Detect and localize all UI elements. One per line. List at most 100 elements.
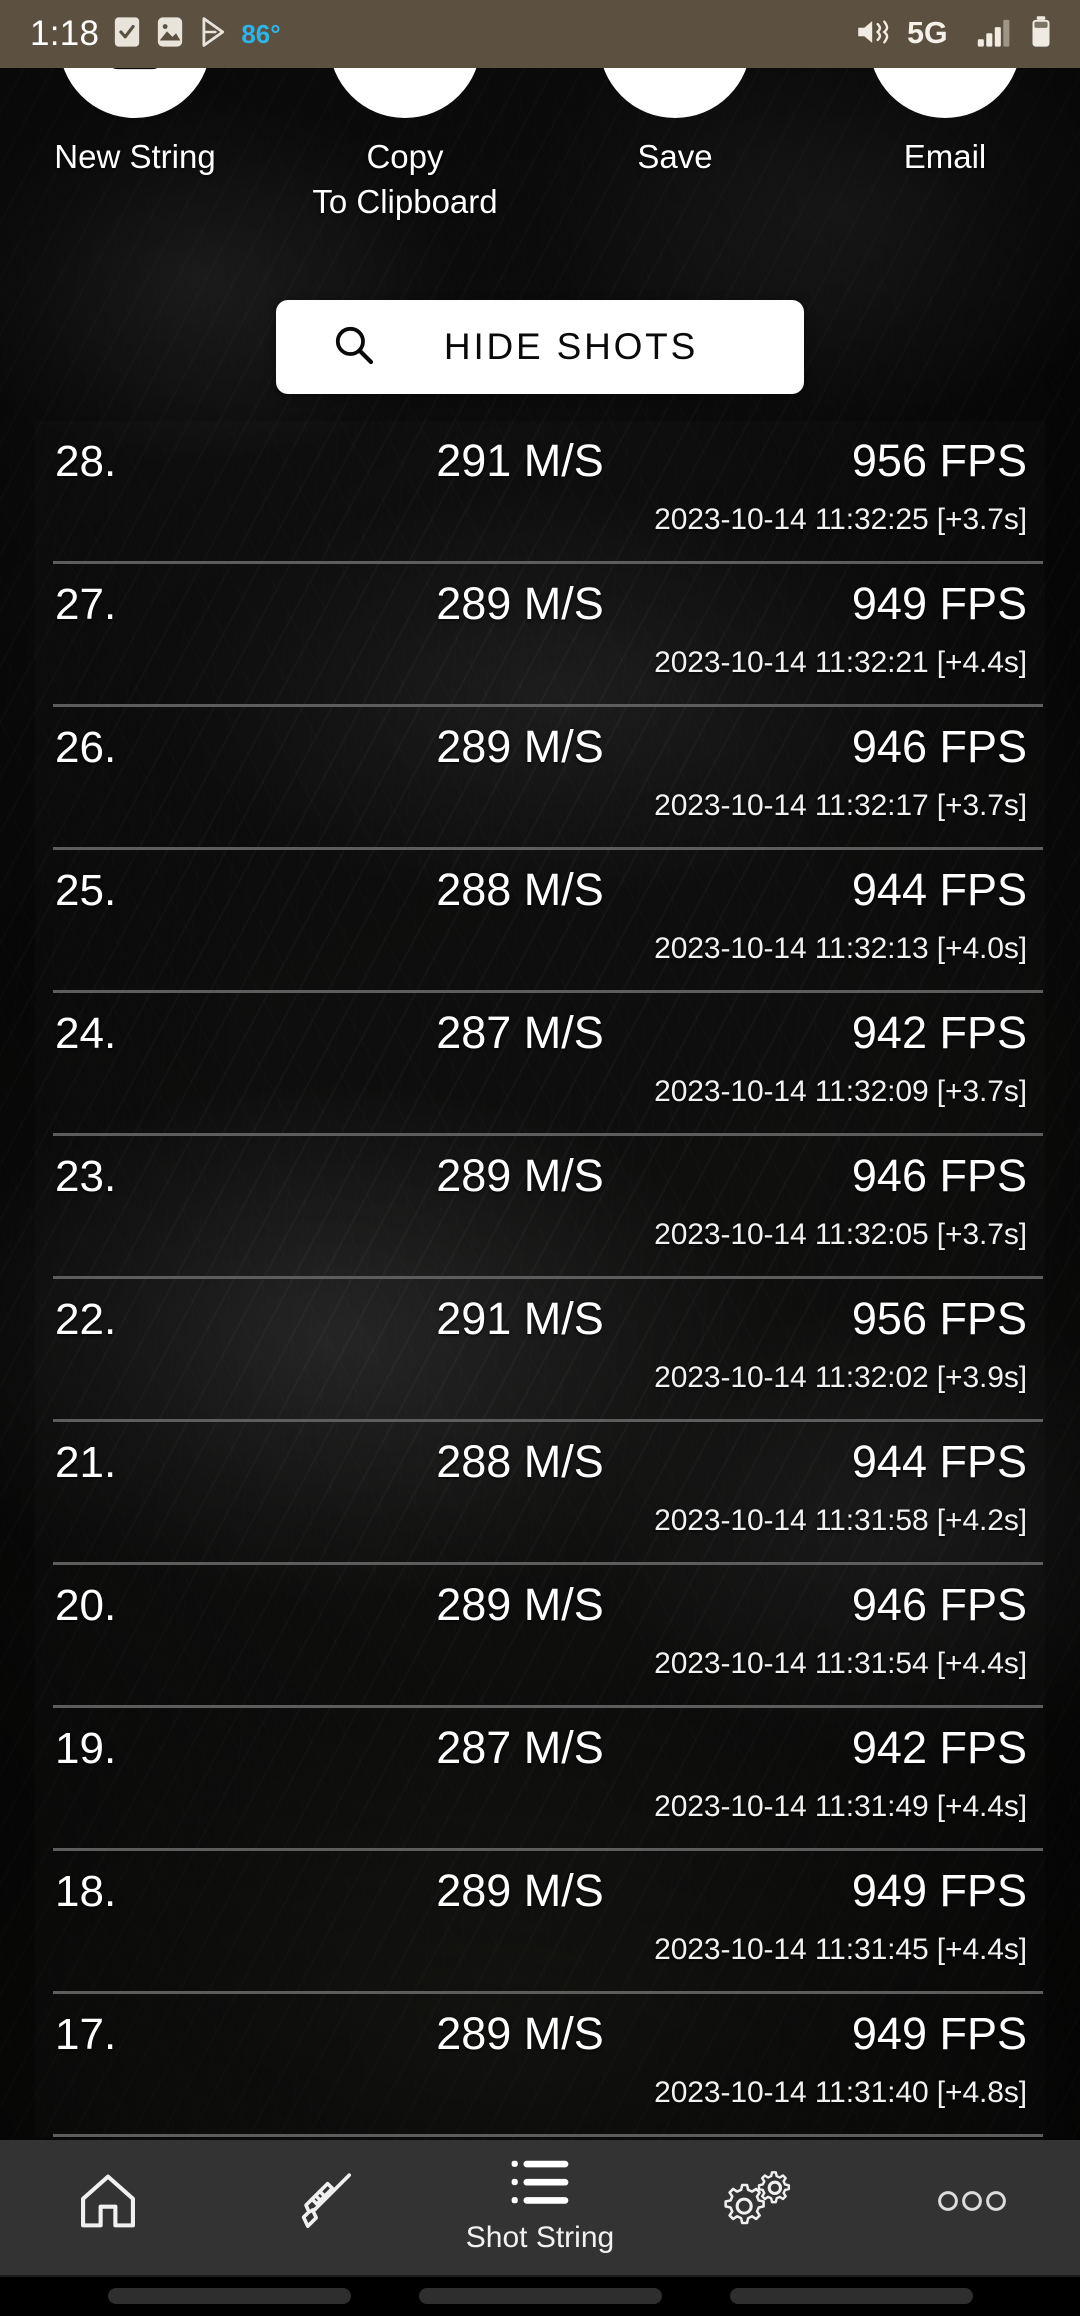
status-bar-right: 5G: [854, 15, 1054, 54]
nav-label: Shot String: [465, 2221, 615, 2254]
nav-item-more[interactable]: [864, 2140, 1080, 2275]
table-row[interactable]: 19. 287 M/S 942 FPS 2023-10-14 11:31:49 …: [35, 1708, 1045, 1851]
list-icon: [508, 2156, 572, 2213]
shot-timestamp: 2023-10-14 11:32:13 [+4.0s]: [654, 932, 1027, 965]
action-label: New String: [54, 138, 216, 175]
battery-icon: [1028, 15, 1054, 54]
shot-speed: 289 M/S: [436, 1150, 604, 1201]
shot-index: 17.: [55, 2010, 117, 2059]
shot-index: 28.: [55, 437, 117, 486]
row-divider: [53, 2134, 1043, 2137]
status-bar: 1:18 86° 5G: [0, 0, 1080, 68]
task-check-icon: [112, 15, 142, 54]
back-handle[interactable]: [729, 2287, 973, 2304]
network-type-label: 5G: [906, 15, 964, 54]
shot-index: 26.: [55, 723, 117, 772]
hide-shots-label: HIDE SHOTS: [443, 326, 699, 367]
table-row[interactable]: 21. 288 M/S 944 FPS 2023-10-14 11:31:58 …: [35, 1422, 1045, 1565]
action-label: Save: [637, 138, 713, 175]
nav-item-rifle[interactable]: [216, 2140, 432, 2275]
mute-icon: [854, 15, 894, 54]
gears-icon: [721, 2166, 791, 2241]
table-row[interactable]: 22. 291 M/S 956 FPS 2023-10-14 11:32:02 …: [35, 1279, 1045, 1422]
gesture-bar-topline: [0, 2275, 1080, 2277]
nav-item-shot-string[interactable]: Shot String: [432, 2140, 648, 2275]
shot-timestamp: 2023-10-14 11:32:05 [+3.7s]: [654, 1218, 1027, 1251]
shot-fps: 942 FPS: [851, 1722, 1027, 1773]
table-row[interactable]: 28. 291 M/S 956 FPS 2023-10-14 11:32:25 …: [35, 421, 1045, 564]
rifle-icon: [288, 2165, 360, 2242]
shot-index: 22.: [55, 1295, 117, 1344]
shot-timestamp: 2023-10-14 11:32:25 [+3.7s]: [654, 503, 1027, 536]
table-row[interactable]: 23. 289 M/S 946 FPS 2023-10-14 11:32:05 …: [35, 1136, 1045, 1279]
shot-fps: 946 FPS: [851, 1579, 1027, 1630]
shot-fps: 946 FPS: [851, 721, 1027, 772]
shot-index: 21.: [55, 1438, 117, 1487]
shot-timestamp: 2023-10-14 11:31:45 [+4.4s]: [654, 1933, 1027, 1966]
shot-index: 24.: [55, 1009, 117, 1058]
action-label: Copy To Clipboard: [312, 138, 498, 220]
shot-fps: 949 FPS: [851, 2008, 1027, 2059]
app-screen: New String Copy To Clipboard Save Email …: [0, 0, 1080, 2316]
more-dots-icon: [936, 2185, 1008, 2222]
table-row[interactable]: 18. 289 M/S 949 FPS 2023-10-14 11:31:45 …: [35, 1851, 1045, 1994]
shot-string-list[interactable]: 28. 291 M/S 956 FPS 2023-10-14 11:32:25 …: [35, 421, 1045, 2156]
status-bar-left: 1:18 86°: [30, 14, 281, 54]
table-row[interactable]: 27. 289 M/S 949 FPS 2023-10-14 11:32:21 …: [35, 564, 1045, 707]
nav-item-home[interactable]: [0, 2140, 216, 2275]
shot-fps: 946 FPS: [851, 1150, 1027, 1201]
hide-shots-button[interactable]: HIDE SHOTS: [276, 300, 804, 394]
shot-index: 19.: [55, 1724, 117, 1773]
shot-timestamp: 2023-10-14 11:32:09 [+3.7s]: [654, 1075, 1027, 1108]
table-row[interactable]: 26. 289 M/S 946 FPS 2023-10-14 11:32:17 …: [35, 707, 1045, 850]
shot-fps: 944 FPS: [851, 1436, 1027, 1487]
table-row[interactable]: 25. 288 M/S 944 FPS 2023-10-14 11:32:13 …: [35, 850, 1045, 993]
shot-timestamp: 2023-10-14 11:32:02 [+3.9s]: [654, 1361, 1027, 1394]
clock: 1:18: [30, 14, 100, 53]
shot-speed: 287 M/S: [436, 1007, 604, 1058]
table-row[interactable]: 24. 287 M/S 942 FPS 2023-10-14 11:32:09 …: [35, 993, 1045, 1136]
shot-fps: 956 FPS: [851, 1293, 1027, 1344]
search-icon: [330, 321, 378, 374]
home-icon: [74, 2167, 142, 2240]
shot-speed: 291 M/S: [436, 1293, 604, 1344]
system-gesture-bar: [0, 2275, 1080, 2316]
shot-speed: 289 M/S: [436, 578, 604, 629]
shot-speed: 288 M/S: [436, 864, 604, 915]
shot-index: 27.: [55, 580, 117, 629]
shot-fps: 949 FPS: [851, 1865, 1027, 1916]
shot-speed: 291 M/S: [436, 435, 604, 486]
shot-timestamp: 2023-10-14 11:32:21 [+4.4s]: [654, 646, 1027, 679]
shot-index: 18.: [55, 1867, 117, 1916]
gallery-icon: [155, 15, 185, 54]
action-label: Email: [903, 138, 987, 175]
shot-speed: 289 M/S: [436, 721, 604, 772]
table-row[interactable]: 20. 289 M/S 946 FPS 2023-10-14 11:31:54 …: [35, 1565, 1045, 1708]
shot-fps: 944 FPS: [851, 864, 1027, 915]
shot-timestamp: 2023-10-14 11:32:17 [+3.7s]: [654, 789, 1027, 822]
shot-speed: 289 M/S: [436, 2008, 604, 2059]
shot-speed: 287 M/S: [436, 1722, 604, 1773]
shot-speed: 289 M/S: [436, 1865, 604, 1916]
shot-fps: 956 FPS: [851, 435, 1027, 486]
shot-speed: 288 M/S: [436, 1436, 604, 1487]
shot-index: 23.: [55, 1152, 117, 1201]
shot-index: 25.: [55, 866, 117, 915]
svg-text:5G: 5G: [907, 16, 947, 48]
shot-fps: 949 FPS: [851, 578, 1027, 629]
temperature-label: 86°: [241, 18, 281, 49]
home-handle[interactable]: [418, 2287, 662, 2304]
shot-timestamp: 2023-10-14 11:31:49 [+4.4s]: [654, 1790, 1027, 1823]
shot-index: 20.: [55, 1581, 117, 1630]
shot-timestamp: 2023-10-14 11:31:40 [+4.8s]: [654, 2076, 1027, 2109]
play-store-icon: [198, 15, 228, 54]
shot-timestamp: 2023-10-14 11:31:54 [+4.4s]: [654, 1647, 1027, 1680]
shot-fps: 942 FPS: [851, 1007, 1027, 1058]
shot-speed: 289 M/S: [436, 1579, 604, 1630]
table-row[interactable]: 17. 289 M/S 949 FPS 2023-10-14 11:31:40 …: [35, 1994, 1045, 2137]
signal-bars-icon: [976, 15, 1016, 54]
nav-item-settings[interactable]: [648, 2140, 864, 2275]
bottom-navigation-bar: Shot String: [0, 2140, 1080, 2275]
recents-handle[interactable]: [107, 2287, 351, 2304]
shot-timestamp: 2023-10-14 11:31:58 [+4.2s]: [654, 1504, 1027, 1537]
